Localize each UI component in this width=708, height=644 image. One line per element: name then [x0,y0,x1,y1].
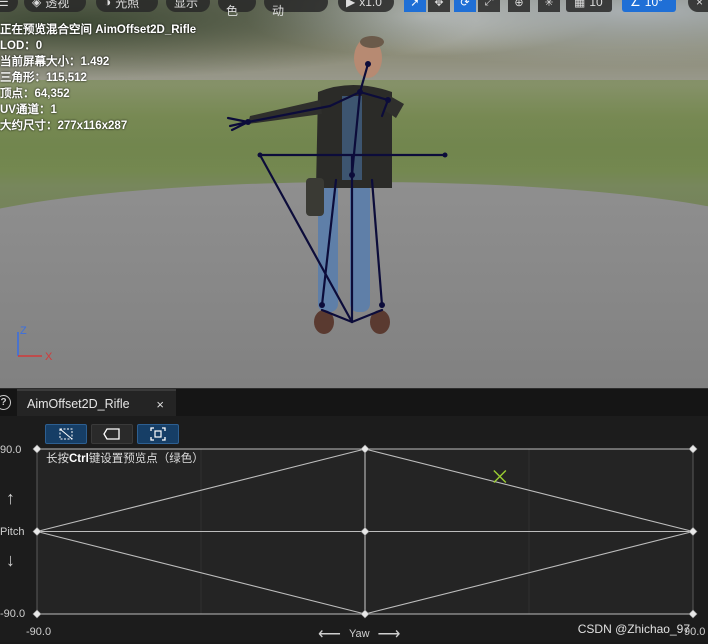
axis-x-label: X [45,351,53,363]
viewport[interactable]: ☰ ◈透视 ◑光照 显示 角色 LOD自动 ▶x1.0 ➚ ✥ ⟳ ⤢ ⊕ ✳ … [0,0,708,388]
preview-stats: 正在预览混合空间 AimOffset2D_Rifle LOD：0 当前屏幕大小：… [0,22,196,134]
tab-label: AimOffset2D_Rifle [27,397,130,411]
axis-z-label: Z [20,325,27,337]
grid-icon: ▦ [574,0,586,9]
help-icon[interactable]: ? [0,395,11,410]
tab-aimoffset2d-rifle[interactable]: AimOffset2D_Rifle × [17,389,176,417]
lod-button[interactable]: LOD自动 [264,0,328,18]
cube-icon: ◈ [32,0,42,9]
menu-button[interactable]: ☰ [0,0,18,12]
y-axis-min-label: -90.0 [0,608,26,620]
ctrl-preview-hint: 长按Ctrl键设置预览点（绿色） [46,453,204,465]
select-tool-button[interactable]: ➚ [404,0,426,12]
stat-approx-size: 大约尺寸：277x116x287 [0,120,128,132]
arrow-up-icon: ↑ [6,488,15,508]
character-hair [360,36,384,48]
stat-vertices: 顶点：64,352 [0,88,70,100]
perspective-button[interactable]: ◈ 透视 [24,0,86,12]
play-speed-button[interactable]: ▶ x1.0 [338,0,394,12]
hamburger-icon: ☰ [0,0,9,9]
stat-lod: LOD：0 [0,40,43,52]
axis-gizmo: Z X [17,325,53,363]
viewport-close-button[interactable]: × [688,0,708,12]
scale-icon: ⤢ [484,0,494,8]
scale-tool-button[interactable]: ⤢ [478,0,500,12]
blendspace-tabbar: ? AimOffset2D_Rifle × [0,388,708,417]
angle-snap-button[interactable]: ∠ 10° [622,0,676,12]
character-button[interactable]: 角色 [218,0,256,18]
y-axis-name: Pitch [0,526,25,538]
blendspace-editor: 长按Ctrl键设置预览点（绿色） 90.0 -90.0 ↑ Pitch ↓ -9… [0,416,708,644]
rotate-icon: ⟳ [460,0,470,9]
snap-icon: ✳ [544,0,554,9]
rotate-tool-button[interactable]: ⟳ [454,0,476,12]
move-icon: ✥ [434,0,444,9]
lit-icon: ◑ [104,0,112,9]
translate-tool-button[interactable]: ✥ [428,0,450,12]
x-axis-min-label: -90.0 [26,626,52,638]
play-icon: ▶ [346,0,356,9]
watermark-text: CSDN @Zhichao_97 [577,622,690,636]
stat-uv-channels: UV通道：1 [0,104,57,116]
character-pouch [306,178,324,216]
y-axis-max-label: 90.0 [0,444,22,456]
arrow-right-icon: ⟶ [377,626,401,643]
x-axis-title: ⟵ Yaw ⟶ [318,624,400,644]
x-axis-name: Yaw [348,628,370,640]
lighting-button[interactable]: ◑ 光照 [96,0,158,12]
tab-close-icon[interactable]: × [156,397,164,412]
stat-preview-blendspace: 正在预览混合空间 AimOffset2D_Rifle [0,24,197,36]
globe-icon: ⊕ [514,0,524,9]
arrow-down-icon: ↓ [6,550,15,570]
world-space-button[interactable]: ⊕ [508,0,530,12]
surface-snap-button[interactable]: ✳ [538,0,560,12]
arrow-left-icon: ⟵ [318,626,341,643]
grid-snap-button[interactable]: ▦ 10 [566,0,612,12]
viewport-toolbar: ☰ ◈透视 ◑光照 显示 角色 LOD自动 ▶x1.0 ➚ ✥ ⟳ ⤢ ⊕ ✳ … [0,0,708,18]
close-icon: × [696,0,704,9]
angle-icon: ∠ [630,0,641,9]
show-button[interactable]: 显示 [166,0,210,12]
stat-screen-size: 当前屏幕大小：1.492 [0,56,110,68]
stat-triangles: 三角形：115,512 [0,72,87,84]
cursor-icon: ➚ [410,0,420,9]
